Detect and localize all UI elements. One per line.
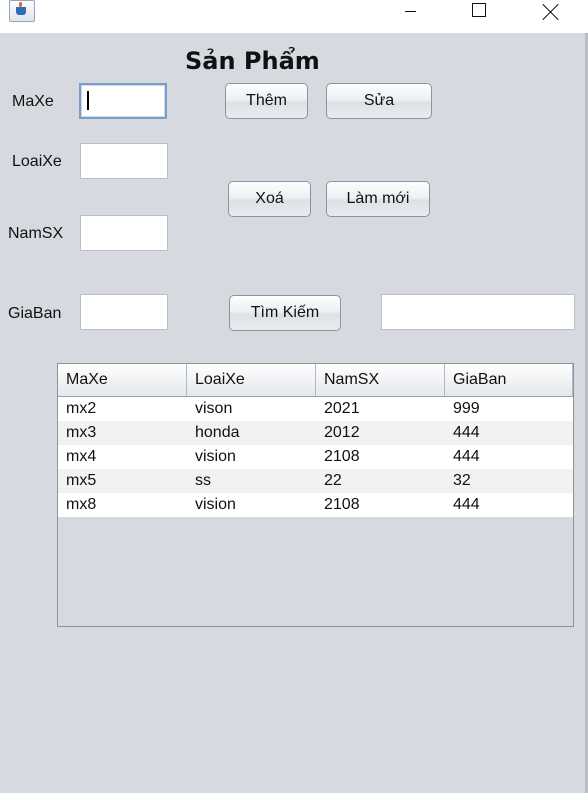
table-cell: 444 — [453, 448, 480, 465]
maxe-field[interactable] — [79, 83, 167, 119]
table-cell: ss — [195, 472, 211, 489]
table-cell: 22 — [324, 472, 342, 489]
text-caret — [87, 91, 89, 110]
table-cell: mx8 — [66, 496, 97, 513]
table-cell: vision — [195, 448, 236, 465]
table-cell: mx2 — [66, 400, 97, 417]
minimize-icon[interactable] — [388, 0, 434, 24]
table-body: mx2 vison 2021 999 mx3 honda 2012 444 mx… — [58, 397, 573, 517]
column-header-maxe[interactable]: MaXe — [58, 364, 187, 396]
table-cell: 2108 — [324, 448, 360, 465]
table-row[interactable]: mx8 vision 2108 444 — [58, 493, 573, 517]
namsx-label: NamSX — [8, 225, 64, 242]
giaban-field[interactable] — [80, 294, 168, 330]
table-cell: 2021 — [324, 400, 360, 417]
add-button[interactable]: Thêm — [225, 83, 308, 119]
table-row[interactable]: mx3 honda 2012 444 — [58, 421, 573, 445]
table-cell: 444 — [453, 496, 480, 513]
table-row[interactable]: mx4 vision 2108 444 — [58, 445, 573, 469]
edit-button[interactable]: Sửa — [326, 83, 432, 119]
table-cell: vision — [195, 496, 236, 513]
title-bar — [0, 0, 588, 33]
column-header-loaixe[interactable]: LoaiXe — [187, 364, 316, 396]
table-cell: honda — [195, 424, 240, 441]
page-title: Sản Phẩm — [185, 47, 320, 75]
search-button[interactable]: Tìm Kiếm — [229, 295, 341, 331]
column-header-namsx[interactable]: NamSX — [316, 364, 445, 396]
table-cell: mx5 — [66, 472, 97, 489]
giaban-label: GiaBan — [8, 305, 62, 322]
loaixe-field[interactable] — [80, 143, 168, 179]
cup-shape — [16, 7, 26, 15]
form-panel: Sản Phẩm MaXe LoaiXe NamSX GiaBan Thêm S… — [0, 33, 585, 793]
table-cell: mx3 — [66, 424, 97, 441]
namsx-field[interactable] — [80, 215, 168, 251]
table-cell: vison — [195, 400, 233, 417]
refresh-button[interactable]: Làm mới — [326, 181, 430, 217]
table-cell: mx4 — [66, 448, 97, 465]
column-header-giaban[interactable]: GiaBan — [445, 364, 573, 396]
table-cell: 2012 — [324, 424, 360, 441]
table-row[interactable]: mx5 ss 22 32 — [58, 469, 573, 493]
loaixe-label: LoaiXe — [12, 153, 62, 170]
table-header: MaXe LoaiXe NamSX GiaBan — [58, 364, 573, 397]
search-input[interactable] — [381, 294, 575, 330]
close-icon[interactable] — [528, 0, 574, 24]
delete-button[interactable]: Xoá — [228, 181, 311, 217]
table-cell: 32 — [453, 472, 471, 489]
java-cup-icon[interactable] — [9, 0, 35, 22]
table-cell: 444 — [453, 424, 480, 441]
product-table[interactable]: MaXe LoaiXe NamSX GiaBan mx2 vison 2021 … — [57, 363, 574, 627]
maxe-label: MaXe — [12, 93, 54, 110]
maximize-icon[interactable] — [457, 0, 503, 24]
table-cell: 2108 — [324, 496, 360, 513]
table-cell: 999 — [453, 400, 480, 417]
table-row[interactable]: mx2 vison 2021 999 — [58, 397, 573, 421]
